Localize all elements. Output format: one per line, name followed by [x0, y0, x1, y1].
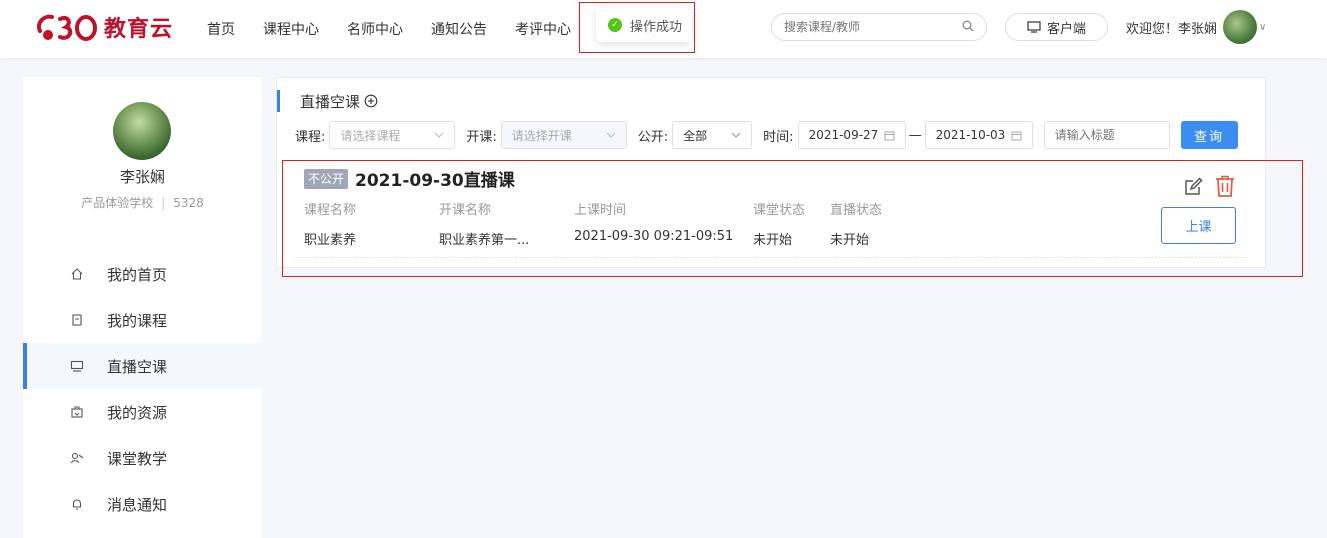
welcome-text: 欢迎您！李张娴	[1126, 21, 1218, 37]
chevron-down-icon[interactable]: ∨	[1259, 22, 1266, 33]
open-filter-label: 开课:	[466, 129, 497, 145]
nav-home[interactable]: 首页	[207, 19, 235, 39]
logo-mark-icon	[37, 14, 97, 41]
nav-course-center[interactable]: 课程中心	[263, 19, 319, 39]
open-class-select[interactable]: 请选择开课	[500, 121, 627, 149]
user-id: 5328	[173, 196, 204, 210]
filter-bar: 课程: 请选择课程 开课: 请选择开课 公开: 全部 时间: 2021-09-2…	[295, 121, 1238, 149]
profile-avatar[interactable]	[113, 102, 171, 160]
toast-highlight	[579, 2, 695, 53]
search-icon[interactable]	[962, 20, 974, 32]
calendar-icon	[884, 131, 895, 140]
open-select-placeholder: 请选择开课	[511, 128, 572, 143]
chevron-down-icon	[731, 132, 741, 138]
chevron-down-icon	[606, 132, 616, 138]
sidebar-item-label: 我的资源	[107, 403, 168, 422]
time-filter-label: 时间:	[763, 129, 794, 145]
logo-text: 教育云	[104, 17, 174, 42]
sidebar-item-classroom-teaching[interactable]: 课堂教学	[23, 435, 262, 481]
monitor-icon	[70, 360, 84, 372]
avatar[interactable]	[1223, 10, 1258, 44]
sidebar-item-label: 我的课程	[107, 311, 168, 330]
sidebar-item-label: 直播空课	[107, 357, 168, 376]
add-circle-icon[interactable]	[364, 94, 378, 108]
end-date-input[interactable]: 2021-10-03	[924, 121, 1033, 149]
sidebar-item-my-resources[interactable]: 我的资源	[23, 389, 262, 435]
card-highlight	[282, 160, 1303, 277]
chevron-down-icon	[435, 132, 444, 138]
page-title: 直播空课	[277, 90, 378, 112]
sidebar-item-my-courses[interactable]: 我的课程	[23, 297, 262, 343]
school-name: 产品体验学校	[81, 196, 154, 210]
search-input[interactable]	[771, 13, 987, 41]
sidebar-item-live-class[interactable]: 直播空课	[23, 343, 262, 389]
nav-teacher-center[interactable]: 名师中心	[347, 19, 403, 39]
end-date-value: 2021-10-03	[935, 128, 1006, 142]
profile-school: 产品体验学校 | 5328	[23, 194, 262, 211]
main-nav: 首页 课程中心 名师中心 通知公告 考评中心	[207, 0, 599, 58]
monitor-icon	[1027, 21, 1041, 33]
sidebar-item-notifications[interactable]: 消息通知	[23, 481, 262, 527]
sidebar: 李张娴 产品体验学校 | 5328 我的首页 我的课程 直播空课 我的资源 课堂教学…	[23, 77, 262, 538]
public-select[interactable]: 全部	[672, 121, 753, 149]
sidebar-item-label: 消息通知	[107, 495, 168, 514]
profile-name: 李张娴	[119, 168, 165, 186]
calendar-icon	[1011, 131, 1022, 140]
course-select-placeholder: 请选择课程	[340, 128, 401, 143]
sidebar-menu: 我的首页 我的课程 直播空课 我的资源 课堂教学 消息通知	[23, 251, 262, 527]
start-date-value: 2021-09-27	[808, 128, 879, 142]
public-filter-label: 公开:	[637, 129, 669, 145]
user-menu[interactable]: 欢迎您！李张娴 ∨	[1126, 0, 1266, 54]
document-icon	[72, 314, 82, 326]
title-input[interactable]	[1043, 121, 1170, 149]
home-icon	[71, 268, 83, 280]
nav-notice[interactable]: 通知公告	[431, 19, 487, 39]
sidebar-item-label: 课堂教学	[107, 449, 168, 468]
logo[interactable]: 教育云	[34, 9, 173, 45]
sidebar-item-my-home[interactable]: 我的首页	[23, 251, 262, 297]
nav-evaluation[interactable]: 考评中心	[515, 19, 571, 39]
page-title-text: 直播空课	[300, 92, 361, 111]
course-filter-label: 课程:	[295, 129, 326, 145]
public-select-value: 全部	[683, 128, 708, 143]
query-button[interactable]: 查询	[1180, 121, 1238, 149]
course-select[interactable]: 请选择课程	[329, 121, 456, 149]
start-date-input[interactable]: 2021-09-27	[797, 121, 906, 149]
teacher-icon	[70, 452, 84, 464]
bell-icon	[72, 499, 82, 510]
sidebar-item-label: 我的首页	[107, 265, 168, 284]
client-button-label: 客户端	[1046, 21, 1086, 37]
date-separator: —	[908, 127, 922, 143]
box-icon	[71, 406, 83, 418]
divider: |	[161, 196, 166, 210]
client-button[interactable]: 客户端	[1005, 13, 1108, 41]
